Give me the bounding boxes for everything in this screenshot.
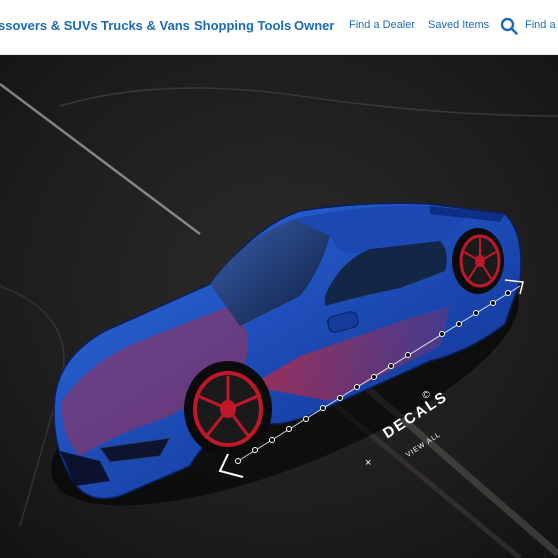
nav-shopping-tools[interactable]: Shopping Tools (194, 18, 291, 33)
rear-wheel (452, 228, 504, 294)
top-navigation: ssovers & SUVs Trucks & Vans Shopping To… (0, 0, 558, 55)
hero-vehicle-visualizer: © DECALS VIEW ALL × (0, 56, 558, 558)
nav-saved-items[interactable]: Saved Items (428, 19, 489, 31)
search-icon[interactable] (500, 17, 518, 35)
nav-find-a-dealer-search[interactable]: Find a D (525, 19, 558, 31)
nav-crossovers-suvs[interactable]: ssovers & SUVs (0, 18, 98, 33)
nav-find-a-dealer[interactable]: Find a Dealer (349, 19, 415, 31)
front-wheel (184, 361, 272, 457)
car-scene (0, 56, 558, 558)
nav-trucks-vans[interactable]: Trucks & Vans (101, 18, 190, 33)
nav-owner[interactable]: Owner (294, 18, 334, 33)
close-icon[interactable]: × (365, 457, 371, 469)
